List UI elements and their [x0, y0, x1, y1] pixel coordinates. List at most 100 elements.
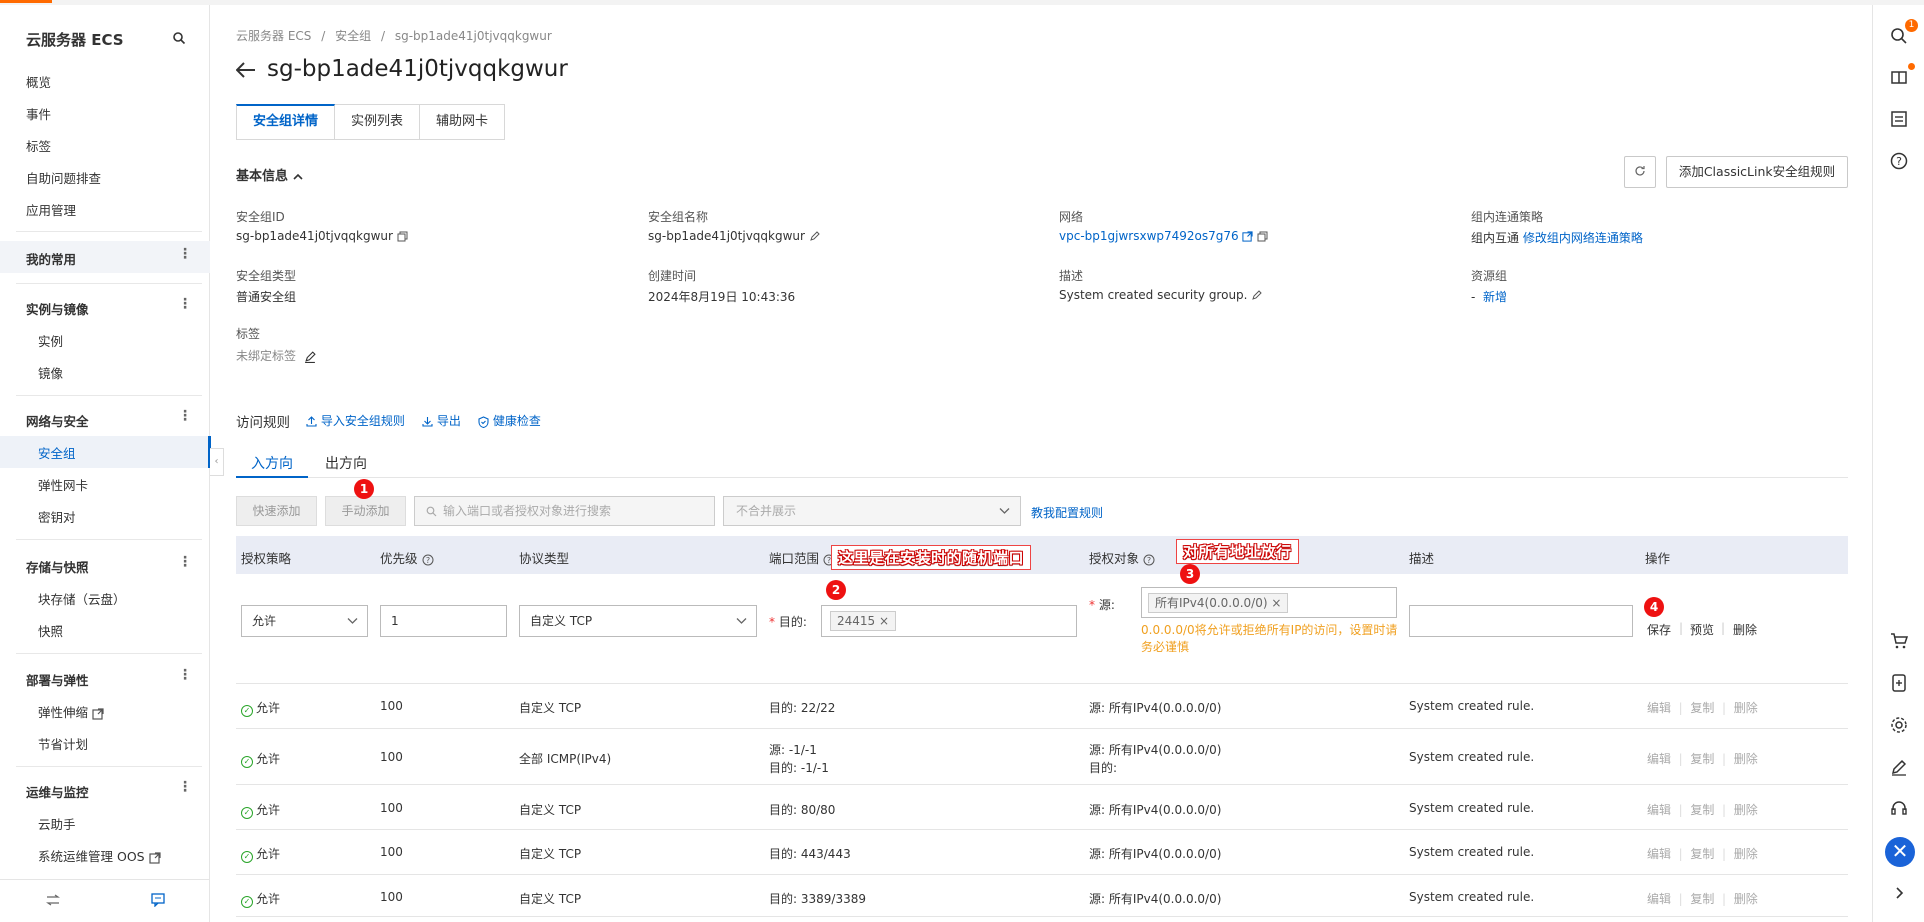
delete-action[interactable]: 删除	[1734, 803, 1758, 817]
breadcrumb-ecs[interactable]: 云服务器 ECS	[236, 29, 311, 43]
tab-instance-list[interactable]: 实例列表	[335, 104, 421, 140]
more-icon[interactable]: ⋮	[178, 667, 192, 683]
tab-secondary-eni[interactable]: 辅助网卡	[420, 104, 506, 140]
edit-action[interactable]: 编辑	[1647, 847, 1671, 861]
add-resource-group-link[interactable]: 新增	[1483, 290, 1507, 304]
sidebar-group-network[interactable]: 网络与安全	[26, 411, 89, 430]
remove-chip-icon[interactable]: ×	[1271, 596, 1281, 610]
copy-action[interactable]: 复制	[1690, 892, 1714, 906]
sidebar-item-app-management[interactable]: 应用管理	[26, 200, 76, 219]
cart-icon[interactable]	[1889, 631, 1909, 651]
search-icon[interactable]	[172, 31, 186, 45]
edit-action[interactable]: 编辑	[1647, 803, 1671, 817]
edit-action[interactable]: 编辑	[1647, 892, 1671, 906]
more-icon[interactable]: ⋮	[178, 296, 192, 312]
copy-action[interactable]: 复制	[1690, 847, 1714, 861]
message-icon[interactable]	[151, 893, 165, 907]
copy-action[interactable]: 复制	[1690, 701, 1714, 715]
sidebar-item-autoscaling[interactable]: 弹性伸缩	[38, 702, 104, 721]
sidebar-item-instances[interactable]: 实例	[38, 331, 63, 350]
manual-add-button[interactable]: 手动添加	[325, 496, 406, 526]
edit-action[interactable]: 编辑	[1647, 701, 1671, 715]
help-icon[interactable]: ?	[422, 554, 434, 566]
th-policy: 授权策略	[241, 551, 292, 566]
sidebar-item-oos[interactable]: 系统运维管理 OOS	[38, 846, 161, 865]
refresh-button[interactable]	[1624, 156, 1656, 188]
help-icon[interactable]: ?	[1889, 151, 1909, 171]
more-icon[interactable]: ⋮	[178, 779, 192, 795]
copy-icon[interactable]	[1257, 231, 1268, 242]
tab-sg-details[interactable]: 安全组详情	[236, 104, 336, 140]
sidebar-group-deploy[interactable]: 部署与弹性	[26, 670, 89, 689]
protocol-select[interactable]: 自定义 TCP	[519, 605, 757, 637]
import-rules-link[interactable]: 导入安全组规则	[306, 412, 405, 429]
list-icon[interactable]	[1889, 109, 1909, 129]
export-link[interactable]: 导出	[422, 412, 461, 429]
save-button[interactable]: 保存	[1647, 621, 1671, 638]
edit-icon[interactable]	[1251, 290, 1263, 301]
delete-action[interactable]: 删除	[1734, 701, 1758, 715]
sidebar-item-cloud-assistant[interactable]: 云助手	[38, 814, 76, 833]
add-classiclink-button[interactable]: 添加ClassicLink安全组规则	[1666, 156, 1848, 188]
delete-button[interactable]: 删除	[1733, 621, 1757, 638]
edit-action[interactable]: 编辑	[1647, 752, 1671, 766]
copy-icon[interactable]	[397, 231, 408, 242]
tab-inbound[interactable]: 入方向	[251, 453, 293, 473]
ai-assistant-icon[interactable]: ✕	[1885, 837, 1915, 867]
sidebar-item-savings-plan[interactable]: 节省计划	[38, 734, 88, 753]
vpc-link[interactable]: vpc-bp1gjwrsxwp7492os7g76	[1059, 229, 1239, 243]
delete-action[interactable]: 删除	[1734, 892, 1758, 906]
teach-config-link[interactable]: 教我配置规则	[1031, 504, 1103, 521]
sidebar-item-events[interactable]: 事件	[26, 104, 51, 123]
sidebar-item-overview[interactable]: 概览	[26, 72, 51, 91]
rule-search-input[interactable]: 输入端口或者授权对象进行搜索	[414, 496, 715, 526]
sidebar-item-troubleshoot[interactable]: 自助问题排查	[26, 168, 101, 187]
pencil-icon[interactable]	[1889, 757, 1909, 777]
modify-intra-policy-link[interactable]: 修改组内网络连通策略	[1523, 231, 1643, 245]
tab-outbound[interactable]: 出方向	[325, 453, 367, 473]
copy-action[interactable]: 复制	[1690, 803, 1714, 817]
sidebar-item-snapshots[interactable]: 快照	[38, 621, 63, 640]
health-check-link[interactable]: 健康检查	[478, 412, 541, 429]
sidebar-item-tags[interactable]: 标签	[26, 136, 51, 155]
chevron-right-icon[interactable]	[1889, 883, 1909, 903]
sidebar-item-keypair[interactable]: 密钥对	[38, 507, 76, 526]
more-icon[interactable]: ⋮	[178, 408, 192, 424]
sidebar-item-block-storage[interactable]: 块存储（云盘）	[38, 589, 126, 608]
sidebar-group-instances[interactable]: 实例与镜像	[26, 299, 89, 318]
sidebar-item-images[interactable]: 镜像	[38, 363, 63, 382]
description-input[interactable]	[1409, 605, 1633, 637]
back-arrow-icon[interactable]	[236, 62, 256, 78]
more-icon[interactable]: ⋮	[178, 246, 192, 262]
preview-button[interactable]: 预览	[1690, 621, 1714, 638]
sidebar-item-security-group[interactable]: 安全组	[38, 443, 76, 462]
basic-info-title[interactable]: 基本信息	[236, 165, 303, 184]
source-input[interactable]: 所有IPv4(0.0.0.0/0) ×	[1141, 587, 1397, 618]
copy-action[interactable]: 复制	[1690, 752, 1714, 766]
policy-select[interactable]: 允许	[241, 605, 368, 637]
breadcrumb-security-group[interactable]: 安全组	[335, 29, 371, 43]
delete-action[interactable]: 删除	[1734, 752, 1758, 766]
merge-display-select[interactable]: 不合并展示	[723, 496, 1021, 526]
edit-icon[interactable]	[304, 350, 316, 363]
breadcrumb-sep: /	[321, 29, 326, 43]
switch-icon[interactable]	[46, 894, 60, 906]
gear-icon[interactable]	[1889, 715, 1909, 735]
help-icon[interactable]: ?	[1143, 554, 1155, 566]
priority-input[interactable]: 1	[380, 605, 507, 637]
quick-add-button[interactable]: 快速添加	[236, 496, 317, 526]
sidebar-group-favorites[interactable]: 我的常用	[26, 249, 76, 268]
calculator-icon[interactable]	[1889, 673, 1909, 693]
port-range-input[interactable]: 24415 ×	[821, 605, 1077, 637]
edit-icon[interactable]	[809, 231, 820, 242]
sidebar-item-eni[interactable]: 弹性网卡	[38, 475, 88, 494]
external-link-icon[interactable]	[1242, 231, 1254, 242]
remove-chip-icon[interactable]: ×	[879, 614, 889, 628]
sidebar-group-ops[interactable]: 运维与监控	[26, 782, 89, 801]
book-icon[interactable]	[1889, 68, 1909, 88]
delete-action[interactable]: 删除	[1734, 847, 1758, 861]
headset-icon[interactable]	[1889, 799, 1909, 819]
sidebar-group-storage[interactable]: 存储与快照	[26, 557, 89, 576]
more-icon[interactable]: ⋮	[178, 554, 192, 570]
collapse-sidebar-button[interactable]: ‹	[210, 448, 224, 476]
